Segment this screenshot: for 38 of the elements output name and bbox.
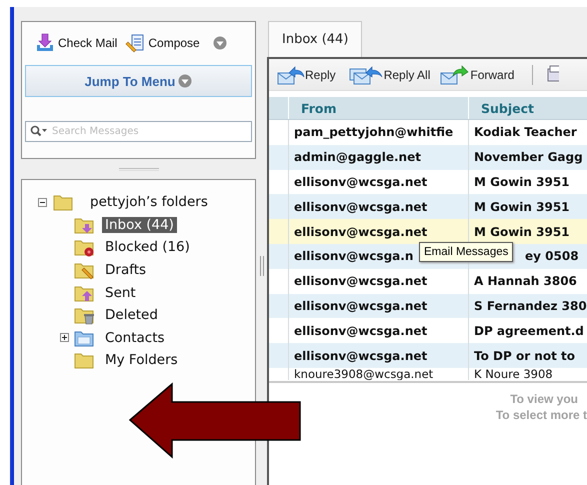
preview-hint: To view you <box>510 390 578 407</box>
subject-cell: K Noure 3908 <box>468 368 587 380</box>
column-header[interactable]: Subject <box>468 97 587 119</box>
preview-hint: To select more t <box>496 406 587 423</box>
printer-icon[interactable] <box>545 64 560 84</box>
reply-envelope-icon <box>277 64 305 84</box>
folder-item[interactable]: Contacts <box>102 330 168 346</box>
tooltip: Email Messages <box>419 242 514 262</box>
reply-button[interactable]: Reply <box>277 64 342 84</box>
caret-icon <box>212 36 227 50</box>
check-mail-button[interactable]: Check Mail <box>35 33 118 53</box>
folder-item[interactable]: Deleted <box>102 307 161 324</box>
expand-icon[interactable] <box>60 333 69 342</box>
sender-cell: ellisonv@wcsga.net <box>288 294 468 318</box>
subject-cell: November Gagg <box>468 144 587 170</box>
forward-envelope-icon <box>440 64 470 84</box>
search-icon <box>30 125 48 137</box>
folder-item[interactable]: Drafts <box>102 262 150 278</box>
sender-cell: admin@gaggle.net <box>288 144 468 170</box>
folder-tab[interactable]: Inbox (44) <box>268 21 362 57</box>
sender-cell: ellisonv@wcsga.net <box>288 343 468 368</box>
caret-icon <box>178 74 192 88</box>
column-header[interactable]: From <box>288 97 468 119</box>
folder-item[interactable]: Blocked (16) <box>102 239 193 256</box>
jump-to-menu-button[interactable]: Jump To Menu <box>25 65 252 97</box>
compose-button[interactable]: Compose <box>125 33 227 53</box>
search-field[interactable]: Search Messages <box>25 121 252 142</box>
folder-tree-root[interactable]: pettyjoh’s folders <box>87 194 211 210</box>
reply-all-button[interactable]: Reply All <box>346 64 436 84</box>
folder-item[interactable]: Sent <box>102 284 139 301</box>
folder-item[interactable]: My Folders <box>102 352 181 368</box>
document-pencil-icon <box>125 33 146 53</box>
forward-button[interactable]: Forward <box>440 64 520 84</box>
folder-item[interactable]: Inbox (44) <box>102 216 177 233</box>
subject-cell: S Fernandez 380 <box>468 294 587 318</box>
download-tray-icon <box>35 33 55 53</box>
subject-cell: To DP or not to <box>468 343 587 368</box>
collapse-icon[interactable] <box>38 198 47 207</box>
